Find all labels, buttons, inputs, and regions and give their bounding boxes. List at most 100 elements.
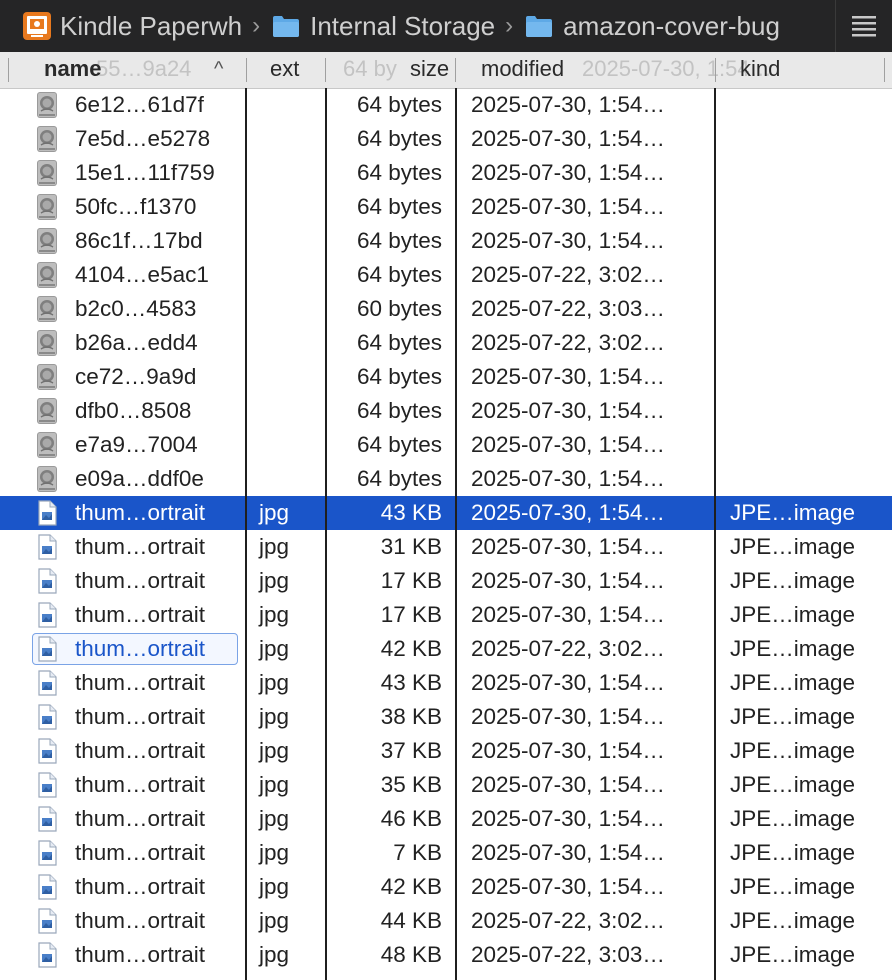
file-row[interactable]: thum…ortrait jpg 7 KB 2025-07-30, 1:54… … <box>0 836 892 870</box>
file-kind: JPE…image <box>730 874 856 899</box>
file-kind: JPE…image <box>730 602 856 627</box>
file-row[interactable]: 15e1…11f759 64 bytes 2025-07-30, 1:54… <box>0 156 892 190</box>
file-row[interactable]: 86c1f…17bd 64 bytes 2025-07-30, 1:54… <box>0 224 892 258</box>
column-divider[interactable] <box>325 58 326 82</box>
file-row[interactable]: thum…ortrait jpg 17 KB 2025-07-30, 1:54…… <box>0 564 892 598</box>
file-name: thum…ortrait <box>75 670 206 695</box>
file-row[interactable]: thum…ortrait jpg 31 KB 2025-07-30, 1:54…… <box>0 530 892 564</box>
disk-file-icon <box>36 91 58 119</box>
header-modified[interactable]: modified <box>481 52 564 88</box>
column-header: 55…9a24 64 by 2025-07-30, 1:54… name ^ e… <box>0 52 892 89</box>
file-size: 60 bytes <box>356 296 442 321</box>
file-name: thum…ortrait <box>75 874 206 899</box>
file-row[interactable]: thum…ortrait jpg 35 KB 2025-07-30, 1:54…… <box>0 768 892 802</box>
file-ext: jpg <box>259 738 290 763</box>
file-modified: 2025-07-30, 1:54… <box>471 704 665 729</box>
path-bar: Kindle Paperwh › Internal Storage › amaz… <box>0 0 892 52</box>
file-kind: JPE…image <box>730 670 856 695</box>
file-ext: jpg <box>259 874 290 899</box>
file-row[interactable]: dfb0…8508 64 bytes 2025-07-30, 1:54… <box>0 394 892 428</box>
file-row[interactable]: thum…ortrait jpg 17 KB 2025-07-30, 1:54…… <box>0 598 892 632</box>
folder-icon <box>526 16 553 37</box>
file-modified: 2025-07-30, 1:54… <box>471 874 665 899</box>
file-modified: 2025-07-30, 1:54… <box>471 432 665 457</box>
file-size: 17 KB <box>380 602 442 627</box>
file-row[interactable]: thum…ortrait jpg 42 KB 2025-07-30, 1:54…… <box>0 870 892 904</box>
column-divider[interactable] <box>884 58 885 82</box>
file-row[interactable]: 4104…e5ac1 64 bytes 2025-07-22, 3:02… <box>0 258 892 292</box>
crumb-device[interactable]: Kindle Paperwh <box>0 0 242 52</box>
file-modified: 2025-07-30, 1:54… <box>471 840 665 865</box>
jpeg-file-icon <box>36 839 58 867</box>
file-kind: JPE…image <box>730 534 856 559</box>
disk-file-icon <box>36 465 58 493</box>
file-ext: jpg <box>259 534 290 559</box>
scrolled-name-ghost: 55…9a24 <box>96 56 192 81</box>
jpeg-file-icon <box>36 771 58 799</box>
file-row[interactable]: thum…ortrait jpg 43 KB 2025-07-30, 1:54…… <box>0 496 892 530</box>
file-modified: 2025-07-30, 1:54… <box>471 670 665 695</box>
file-size: 64 bytes <box>356 398 442 423</box>
file-row[interactable]: b2c0…4583 60 bytes 2025-07-22, 3:03… <box>0 292 892 326</box>
sort-ascending-icon[interactable]: ^ <box>214 52 223 88</box>
file-modified: 2025-07-30, 1:54… <box>471 806 665 831</box>
file-name: thum…ortrait <box>75 908 206 933</box>
file-kind: JPE…image <box>730 704 856 729</box>
jpeg-file-icon <box>36 533 58 561</box>
column-divider[interactable] <box>246 58 247 82</box>
header-kind[interactable]: kind <box>740 52 780 88</box>
file-modified: 2025-07-30, 1:54… <box>471 568 665 593</box>
file-row[interactable]: thum…ortrait jpg 48 KB 2025-07-22, 3:03…… <box>0 938 892 972</box>
file-modified: 2025-07-22, 3:02… <box>471 908 665 933</box>
jpeg-file-icon <box>36 703 58 731</box>
file-size: 48 KB <box>380 942 442 967</box>
file-row[interactable]: ce72…9a9d 64 bytes 2025-07-30, 1:54… <box>0 360 892 394</box>
jpeg-file-icon <box>36 737 58 765</box>
file-kind: JPE…image <box>730 806 856 831</box>
file-row[interactable]: thum…ortrait jpg 38 KB 2025-07-30, 1:54…… <box>0 700 892 734</box>
column-divider <box>325 88 327 980</box>
header-size[interactable]: size <box>410 52 449 88</box>
file-size: 43 KB <box>380 500 442 525</box>
header-name[interactable]: name <box>44 52 101 88</box>
file-modified: 2025-07-30, 1:54… <box>471 466 665 491</box>
file-name: e7a9…7004 <box>75 432 198 457</box>
file-row[interactable]: thum…ortrait jpg 37 KB 2025-07-30, 1:54…… <box>0 734 892 768</box>
column-divider[interactable] <box>8 58 9 82</box>
jpeg-file-icon <box>36 669 58 697</box>
file-row[interactable]: e09a…ddf0e 64 bytes 2025-07-30, 1:54… <box>0 462 892 496</box>
header-ext[interactable]: ext <box>270 52 299 88</box>
file-name: thum…ortrait <box>75 772 206 797</box>
file-row[interactable]: thum…ortrait jpg 44 KB 2025-07-22, 3:02…… <box>0 904 892 938</box>
file-row[interactable]: thum…ortrait jpg 43 KB 2025-07-30, 1:54…… <box>0 666 892 700</box>
file-name: thum…ortrait <box>75 942 206 967</box>
jpeg-file-icon <box>36 601 58 629</box>
file-kind: JPE…image <box>730 568 856 593</box>
file-row[interactable]: thum…ortrait jpg 46 KB 2025-07-30, 1:54…… <box>0 802 892 836</box>
file-name: thum…ortrait <box>75 738 206 763</box>
file-kind: JPE…image <box>730 772 856 797</box>
jpeg-file-icon <box>36 805 58 833</box>
file-kind: JPE…image <box>730 738 856 763</box>
column-divider[interactable] <box>715 58 716 82</box>
file-row[interactable]: thum…ortrait jpg 42 KB 2025-07-22, 3:02…… <box>0 632 892 666</box>
file-ext: jpg <box>259 636 290 661</box>
file-row[interactable]: 50fc…f1370 64 bytes 2025-07-30, 1:54… <box>0 190 892 224</box>
column-divider <box>245 88 247 980</box>
file-row[interactable]: b26a…edd4 64 bytes 2025-07-22, 3:02… <box>0 326 892 360</box>
file-row[interactable]: 6e12…61d7f 64 bytes 2025-07-30, 1:54… <box>0 88 892 122</box>
file-name: 15e1…11f759 <box>75 160 215 185</box>
file-row[interactable]: e7a9…7004 64 bytes 2025-07-30, 1:54… <box>0 428 892 462</box>
file-name: thum…ortrait <box>75 636 206 661</box>
file-name: dfb0…8508 <box>75 398 192 423</box>
file-name: ce72…9a9d <box>75 364 197 389</box>
file-modified: 2025-07-30, 1:54… <box>471 92 665 117</box>
file-row[interactable]: 7e5d…e5278 64 bytes 2025-07-30, 1:54… <box>0 122 892 156</box>
file-name: thum…ortrait <box>75 806 206 831</box>
file-ext: jpg <box>259 840 290 865</box>
file-modified: 2025-07-30, 1:54… <box>471 228 665 253</box>
column-divider[interactable] <box>455 58 456 82</box>
crumb-amazon-cover-bug[interactable]: amazon-cover-bug <box>525 0 780 52</box>
list-view-button[interactable] <box>835 0 892 52</box>
crumb-internal-storage[interactable]: Internal Storage <box>272 0 495 52</box>
